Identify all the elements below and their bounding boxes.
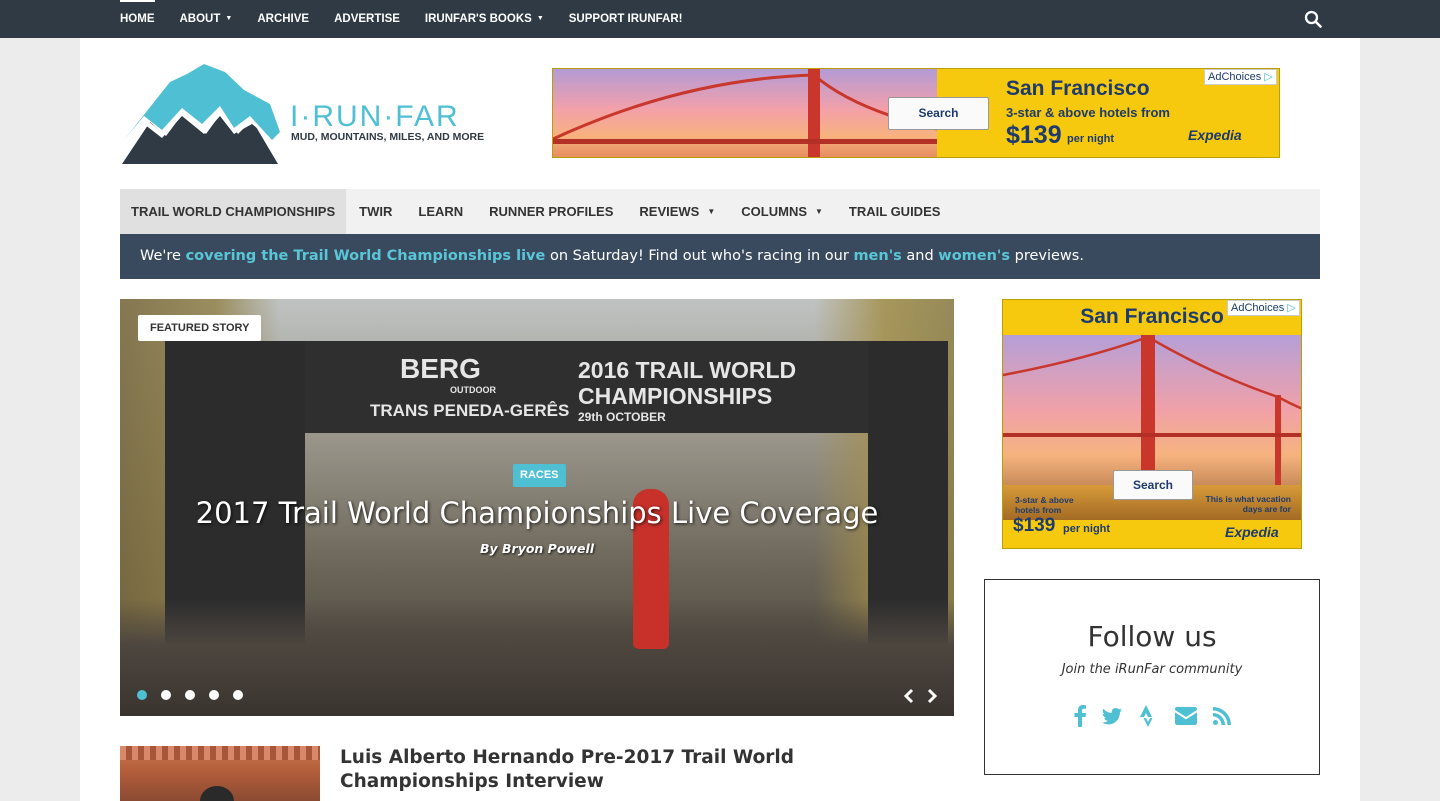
ad-search-button[interactable]: Search — [888, 97, 989, 130]
chevron-down-icon: ▼ — [536, 15, 544, 22]
banner-trans-peneda: TRANS PENEDA-GERÊS — [370, 401, 570, 420]
thumbnail-person — [200, 786, 234, 801]
ad-search-button[interactable]: Search — [1113, 470, 1193, 500]
slider-dot-2[interactable] — [161, 690, 171, 700]
chevron-down-icon: ▼ — [815, 207, 823, 216]
slider-dot-4[interactable] — [209, 690, 219, 700]
tab-reviews[interactable]: REVIEWS ▼ — [626, 189, 728, 234]
search-icon[interactable] — [1304, 10, 1322, 28]
ad-per-night: per night — [1063, 523, 1111, 535]
slider-next-icon[interactable] — [925, 686, 939, 706]
bridge-cables — [553, 73, 937, 144]
top-nav-about[interactable]: ABOUT ▼ — [180, 0, 233, 38]
expedia-logo: Expedia — [1188, 127, 1242, 143]
slider-dot-3[interactable] — [185, 690, 195, 700]
slider-dot-1[interactable] — [137, 690, 147, 700]
thumbnail-roof — [120, 746, 320, 760]
top-bar: HOME ABOUT ▼ ARCHIVE ADVERTISE IRUNFAR'S … — [0, 0, 1440, 38]
section-nav: TRAIL WORLD CHAMPIONSHIPS TWIR LEARN RUN… — [120, 189, 1320, 234]
mens-preview-link[interactable]: men's — [853, 248, 901, 264]
banner-championships: CHAMPIONSHIPS — [578, 383, 773, 409]
tab-columns[interactable]: COLUMNS ▼ — [728, 189, 836, 234]
chevron-down-icon: ▼ — [707, 207, 716, 216]
site-logo-name[interactable]: I·RUN·FAR — [290, 100, 460, 134]
site-tagline: MUD, MOUNTAINS, MILES, AND MORE — [291, 131, 485, 143]
article-title[interactable]: Luis Alberto Hernando Pre-2017 Trail Wor… — [340, 746, 940, 794]
bridge-drawing — [1003, 335, 1301, 485]
top-nav-advertise[interactable]: ADVERTISE — [334, 0, 400, 38]
slider-dot-5[interactable] — [233, 690, 243, 700]
featured-author[interactable]: By Bryon Powell — [120, 541, 954, 556]
ad-subtitle: 3-star & above hotels from — [1015, 495, 1074, 515]
sidebar-ad[interactable]: San Francisco Search 3-star & above hote… — [1002, 299, 1302, 549]
featured-story-badge: FEATURED STORY — [138, 315, 262, 341]
category-badge[interactable]: RACES — [513, 464, 566, 487]
banner-ad[interactable]: Search San Francisco 3-star & above hote… — [552, 68, 1280, 158]
announcement-bar: We're covering the Trail World Champions… — [120, 234, 1320, 279]
adchoices-icon: ▷ — [1287, 302, 1296, 314]
featured-title[interactable]: 2017 Trail World Championships Live Cove… — [120, 496, 954, 530]
banner-championship-year: 2016 TRAIL WORLD — [578, 357, 797, 383]
article-thumbnail[interactable] — [120, 746, 320, 801]
ad-price: $139 — [1013, 515, 1056, 536]
banner-date: 29th OCTOBER — [578, 410, 666, 424]
ad-tagline: This is what vacation days are for — [1205, 494, 1292, 514]
strava-icon[interactable] — [1140, 705, 1156, 727]
tab-trail-guides[interactable]: TRAIL GUIDES — [836, 189, 954, 234]
banner-berg: BERG — [400, 353, 481, 384]
ad-image-golden-gate — [1003, 335, 1301, 520]
ad-per-night: per night — [1067, 133, 1115, 145]
chevron-down-icon: ▼ — [225, 15, 233, 22]
ad-price: $139 — [1006, 121, 1062, 149]
tab-twir[interactable]: TWIR — [346, 189, 405, 234]
tab-learn[interactable]: LEARN — [405, 189, 476, 234]
follow-heading: Follow us — [1087, 620, 1217, 653]
tab-trail-world-championships[interactable]: TRAIL WORLD CHAMPIONSHIPS — [120, 189, 347, 234]
follow-us-widget: Follow us Join the iRunFar community — [984, 579, 1320, 775]
top-nav-archive[interactable]: ARCHIVE — [257, 0, 309, 38]
rss-icon[interactable] — [1213, 705, 1231, 727]
banner-outdoor: OUTDOOR — [450, 385, 496, 395]
tab-runner-profiles[interactable]: RUNNER PROFILES — [476, 189, 626, 234]
top-nav: HOME ABOUT ▼ ARCHIVE ADVERTISE IRUNFAR'S … — [120, 0, 707, 38]
ad-subtitle: 3-star & above hotels from — [1006, 105, 1170, 120]
slider-dots — [137, 690, 257, 700]
follow-subheading: Join the iRunFar community — [1061, 662, 1243, 677]
top-nav-books[interactable]: IRUNFAR'S BOOKS ▼ — [425, 0, 544, 38]
womens-preview-link[interactable]: women's — [938, 248, 1010, 264]
top-nav-home[interactable]: HOME — [120, 0, 155, 38]
top-nav-support[interactable]: SUPPORT IRUNFAR! — [569, 0, 683, 38]
expedia-logo: Expedia — [1225, 524, 1279, 540]
adchoices-icon: ▷ — [1264, 71, 1273, 83]
adchoices-badge[interactable]: AdChoices ▷ — [1227, 300, 1300, 316]
live-coverage-link[interactable]: covering the Trail World Championships l… — [186, 248, 546, 264]
facebook-icon[interactable] — [1073, 705, 1087, 727]
ad-image-golden-gate — [553, 69, 937, 157]
twitter-icon[interactable] — [1102, 705, 1122, 727]
slider-prev-icon[interactable] — [902, 686, 916, 706]
ad-city: San Francisco — [1006, 77, 1150, 100]
email-icon[interactable] — [1175, 705, 1197, 727]
adchoices-badge[interactable]: AdChoices ▷ — [1204, 69, 1277, 85]
